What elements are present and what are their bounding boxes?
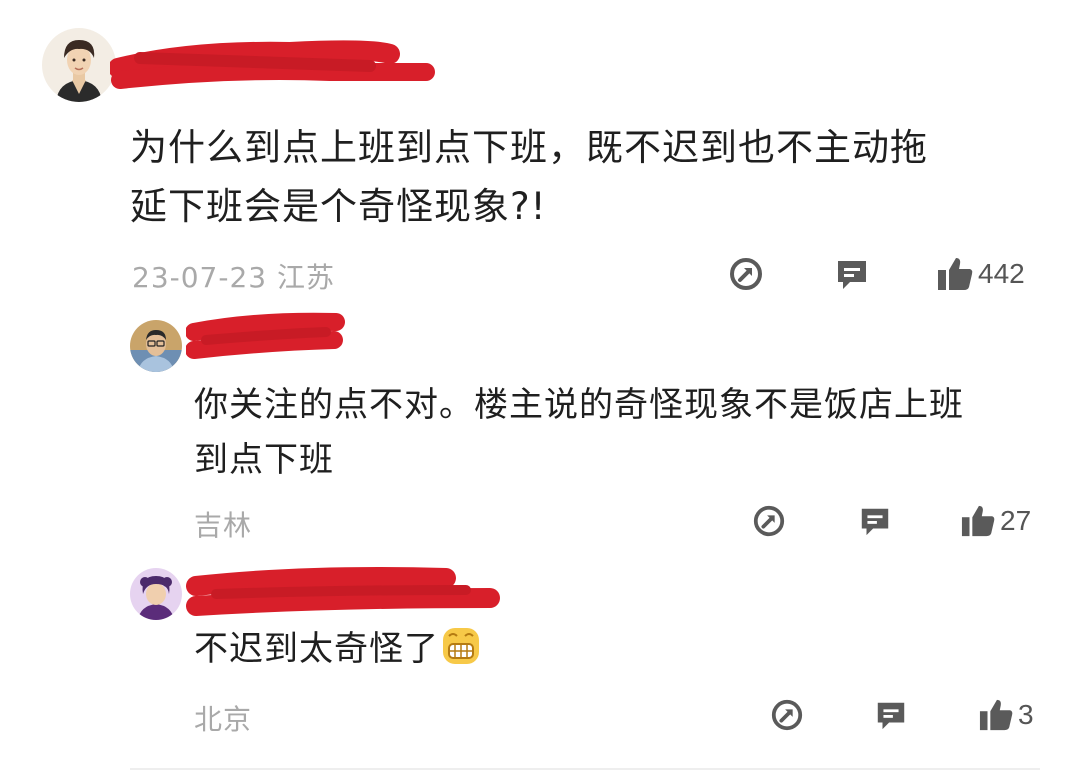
reply-location: 吉林 <box>194 509 253 542</box>
reply-button[interactable] <box>874 698 908 732</box>
thumbs-up-icon <box>961 505 995 537</box>
thumbs-up-icon <box>979 699 1013 731</box>
comment-date-location: 23-07-23 江苏 <box>132 261 335 294</box>
divider <box>130 768 1040 770</box>
comment-text-line: 为什么到点上班到点下班，既不迟到也不主动拖 <box>130 126 928 169</box>
like-count: 27 <box>1000 505 1032 536</box>
reply-text-line: 不迟到太奇怪了 <box>194 629 439 669</box>
share-button[interactable] <box>752 504 786 538</box>
reply-button[interactable] <box>834 256 870 292</box>
comment-icon <box>877 702 905 730</box>
comment-icon <box>861 508 889 536</box>
share-icon <box>753 505 785 537</box>
reply-text: 不迟到太奇怪了 <box>194 622 1044 676</box>
avatar[interactable] <box>130 568 182 620</box>
reply-text-line: 到点下班 <box>194 440 334 481</box>
share-icon <box>771 699 803 731</box>
share-button[interactable] <box>770 698 804 732</box>
username-redacted <box>110 38 440 94</box>
like-button[interactable]: 3 <box>978 698 1034 732</box>
reply-text: 你关注的点不对。楼主说的奇怪现象不是饭店上班 到点下班 <box>194 378 1044 488</box>
comment-icon <box>838 261 866 289</box>
like-count: 442 <box>978 258 1025 289</box>
like-button[interactable]: 27 <box>960 504 1031 538</box>
grinning-emoji-icon <box>443 628 479 664</box>
username-redacted <box>186 310 350 364</box>
comment-text: 为什么到点上班到点下班，既不迟到也不主动拖 延下班会是个奇怪现象?! <box>130 118 1050 236</box>
reply-location: 北京 <box>194 703 253 736</box>
comment-text-line: 延下班会是个奇怪现象?! <box>130 185 547 229</box>
avatar[interactable] <box>42 28 116 102</box>
avatar[interactable] <box>130 320 182 372</box>
reply-button[interactable] <box>858 504 892 538</box>
username-redacted <box>186 564 506 622</box>
share-button[interactable] <box>728 256 764 292</box>
thumbs-up-icon <box>938 258 973 290</box>
share-icon <box>730 258 762 290</box>
like-button[interactable]: 442 <box>936 256 1025 292</box>
reply-text-line: 你关注的点不对。楼主说的奇怪现象不是饭店上班 <box>194 385 964 425</box>
like-count: 3 <box>1018 699 1034 730</box>
